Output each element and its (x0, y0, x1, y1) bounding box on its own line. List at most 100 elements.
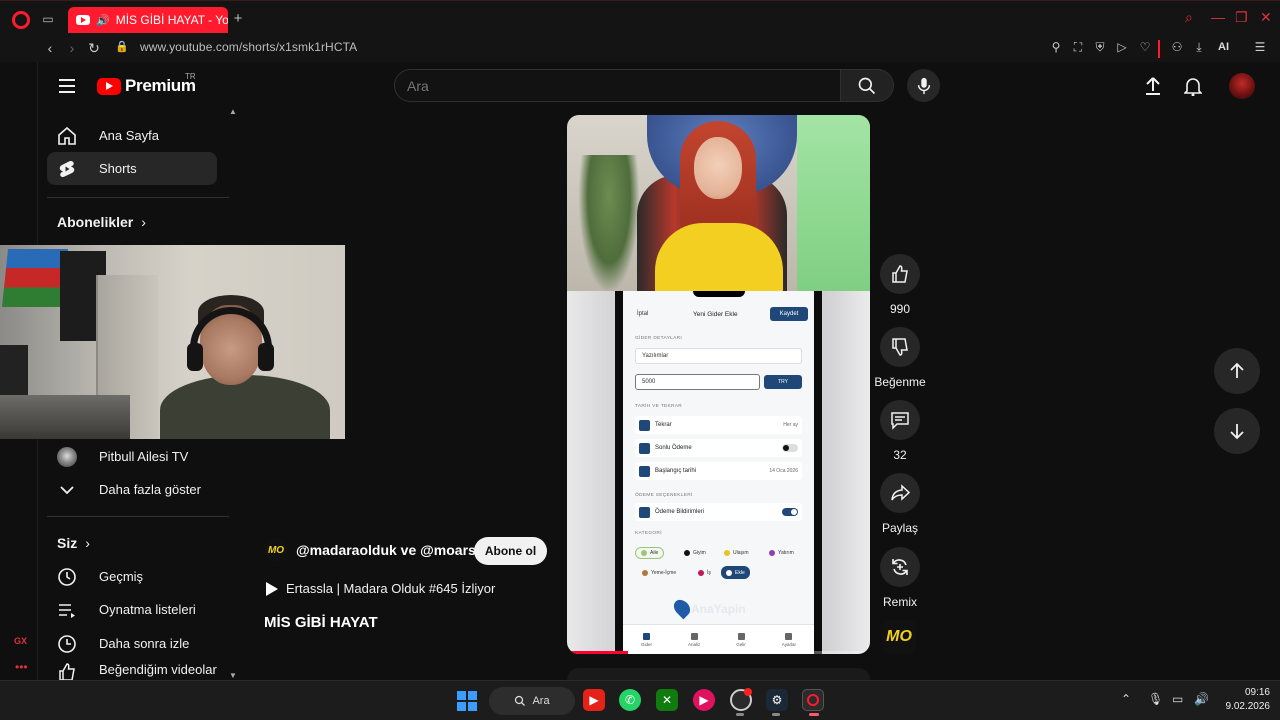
like-button[interactable] (880, 254, 920, 294)
watching-link[interactable]: Ertassla | Madara Olduk #645 İzliyor (266, 581, 495, 596)
more-dots-icon[interactable]: ••• (15, 660, 28, 674)
dislike-action[interactable]: Beğenme (874, 327, 926, 389)
remix-action[interactable]: Remix (874, 547, 926, 609)
taskbar-clock[interactable]: 09:16 9.02.2026 (1218, 686, 1271, 714)
xbox-icon[interactable]: ✕ (656, 689, 678, 711)
search-icon (858, 77, 876, 94)
sidebar-item-playlists[interactable]: Oynatma listeleri (47, 593, 217, 626)
share-button[interactable] (880, 473, 920, 513)
share-label: Paylaş (881, 521, 919, 535)
history-icon (58, 567, 76, 586)
previous-short-button[interactable] (1214, 348, 1260, 394)
comments-button[interactable] (880, 400, 920, 440)
upload-button[interactable] (1142, 75, 1164, 97)
adblock-icon[interactable]: ⛨ (1092, 40, 1108, 55)
youtube-premium-logo[interactable]: Premium TR (97, 72, 196, 96)
speaker-icon[interactable]: 🔊 (96, 14, 110, 27)
app-repeat-row: Tekrar Her ay (635, 416, 802, 434)
search-tabs-icon[interactable]: ⌕ (1185, 9, 1193, 26)
notifications-button[interactable] (1182, 75, 1204, 97)
video-progress-bar[interactable] (567, 651, 870, 654)
back-icon[interactable]: ‹ (42, 40, 58, 58)
remix-label: Remix (882, 595, 917, 609)
channel-info[interactable]: MO @madaraolduk ve @moarsiv (264, 538, 488, 562)
headset-cup-right (258, 343, 274, 371)
category-label: Ulaşım (733, 550, 749, 556)
youtube-app-icon[interactable]: ▶ (583, 689, 605, 711)
sidebar-scroll-down-icon[interactable]: ▼ (229, 671, 237, 680)
guide-menu-icon[interactable] (59, 79, 75, 93)
channel-logo[interactable]: MO (264, 538, 288, 562)
share-action[interactable]: Paylaş (874, 473, 926, 535)
url-field[interactable]: www.youtube.com/shorts/x1smk1rHCTA (140, 40, 357, 54)
you-heading[interactable]: Siz › (57, 535, 90, 551)
remix-button[interactable] (880, 547, 920, 587)
app-category-field: Yazılımlar (635, 348, 802, 364)
profile-icon[interactable]: ⚇ (1169, 40, 1185, 54)
sidebar-scroll-up-icon[interactable]: ▲ (229, 107, 237, 116)
search-box[interactable] (394, 69, 841, 102)
thumbs-up-icon (59, 663, 75, 680)
next-short-button[interactable] (1214, 408, 1260, 454)
maximize-icon[interactable]: ❐ (1235, 9, 1248, 26)
steam-icon[interactable]: ⚙ (766, 689, 788, 711)
reload-icon[interactable]: ↻ (86, 40, 102, 58)
dislike-label: Beğenme (874, 375, 926, 389)
category-dot (769, 550, 775, 556)
app-nav-item: Gider (641, 632, 652, 647)
category-label: Ekle (735, 569, 745, 576)
opera-gx-taskbar-icon[interactable] (802, 689, 824, 711)
menu-icon[interactable]: ☰ (1252, 40, 1268, 54)
tray-overflow-icon[interactable]: ⌃ (1121, 692, 1131, 706)
player-icon[interactable]: ▷ (1114, 40, 1130, 54)
whatsapp-icon[interactable]: ✆ (619, 689, 641, 711)
volume-icon[interactable]: 🔊 (1194, 692, 1209, 706)
sidebar-item-channel[interactable]: Pitbull Ailesi TV (47, 440, 217, 473)
subscriptions-heading[interactable]: Abonelikler › (57, 214, 146, 230)
category-label: Yeme-İçme (651, 570, 677, 576)
channel-name[interactable]: @madaraolduk ve @moarsiv (296, 542, 488, 558)
wall-flag (1, 249, 69, 307)
tab-bar-icon[interactable]: ▭ (40, 11, 56, 27)
snapshot-icon[interactable]: ⛶ (1070, 40, 1086, 55)
pin-icon[interactable]: ⚲ (1048, 40, 1064, 54)
close-icon[interactable]: ✕ (1260, 9, 1272, 26)
opera-logo-icon[interactable] (12, 11, 30, 29)
comments-action[interactable]: 32 (874, 400, 926, 462)
like-action[interactable]: 990 (874, 254, 926, 316)
music-app-icon[interactable]: ▶ (693, 689, 715, 711)
streamer-face (694, 137, 742, 199)
voice-search-button[interactable] (907, 69, 940, 102)
sidebar-item-show-more[interactable]: Daha fazla göster (47, 473, 217, 506)
browser-tab-active[interactable]: 🔊 MİS GİBİ HAYAT - YouTube (68, 7, 228, 33)
shorts-player[interactable]: İptal Yeni Gider Ekle Kaydet GİDER DETAY… (567, 115, 870, 654)
account-avatar[interactable] (1229, 73, 1255, 99)
app-nav-label: Ayarlar (781, 641, 796, 647)
new-tab-icon[interactable]: + (230, 11, 246, 27)
sidebar-item-history[interactable]: Geçmiş (47, 560, 217, 593)
gx-button[interactable]: GX (14, 636, 27, 646)
app-section-date: TARİH VE TEKRAR (635, 404, 682, 409)
dislike-button[interactable] (880, 327, 920, 367)
download-icon[interactable]: ⤓ (1191, 40, 1207, 55)
sidebar-item-label: Oynatma listeleri (99, 602, 196, 617)
windows-start-icon[interactable] (457, 691, 477, 711)
heart-icon[interactable]: ♡ (1137, 40, 1153, 54)
taskbar-search[interactable]: Ara (489, 687, 575, 715)
search-input[interactable] (407, 70, 828, 101)
sidebar-item-shorts[interactable]: Shorts (47, 152, 217, 185)
microphone-tray-icon[interactable]: 🎙 (1148, 692, 1163, 706)
forward-icon[interactable]: › (64, 40, 80, 58)
sidebar-item-watch-later[interactable]: Daha sonra izle (47, 627, 217, 660)
ai-button[interactable]: AI (1218, 41, 1229, 53)
sidebar-item-liked-videos[interactable]: Beğendiğim videolar (47, 660, 217, 680)
subscribe-button[interactable]: Abone ol (474, 537, 547, 565)
network-icon[interactable]: ▭ (1172, 692, 1183, 706)
search-button[interactable] (840, 69, 894, 102)
minimize-icon[interactable]: — (1211, 9, 1225, 25)
sidebar-item-home[interactable]: Ana Sayfa (47, 119, 217, 152)
channel-badge[interactable]: MO (882, 620, 916, 654)
next-short-preview[interactable] (567, 668, 870, 680)
app-notify-row: Ödeme Bildirimleri (635, 503, 802, 521)
sidebar-item-label: Beğendiğim videolar (99, 662, 217, 677)
